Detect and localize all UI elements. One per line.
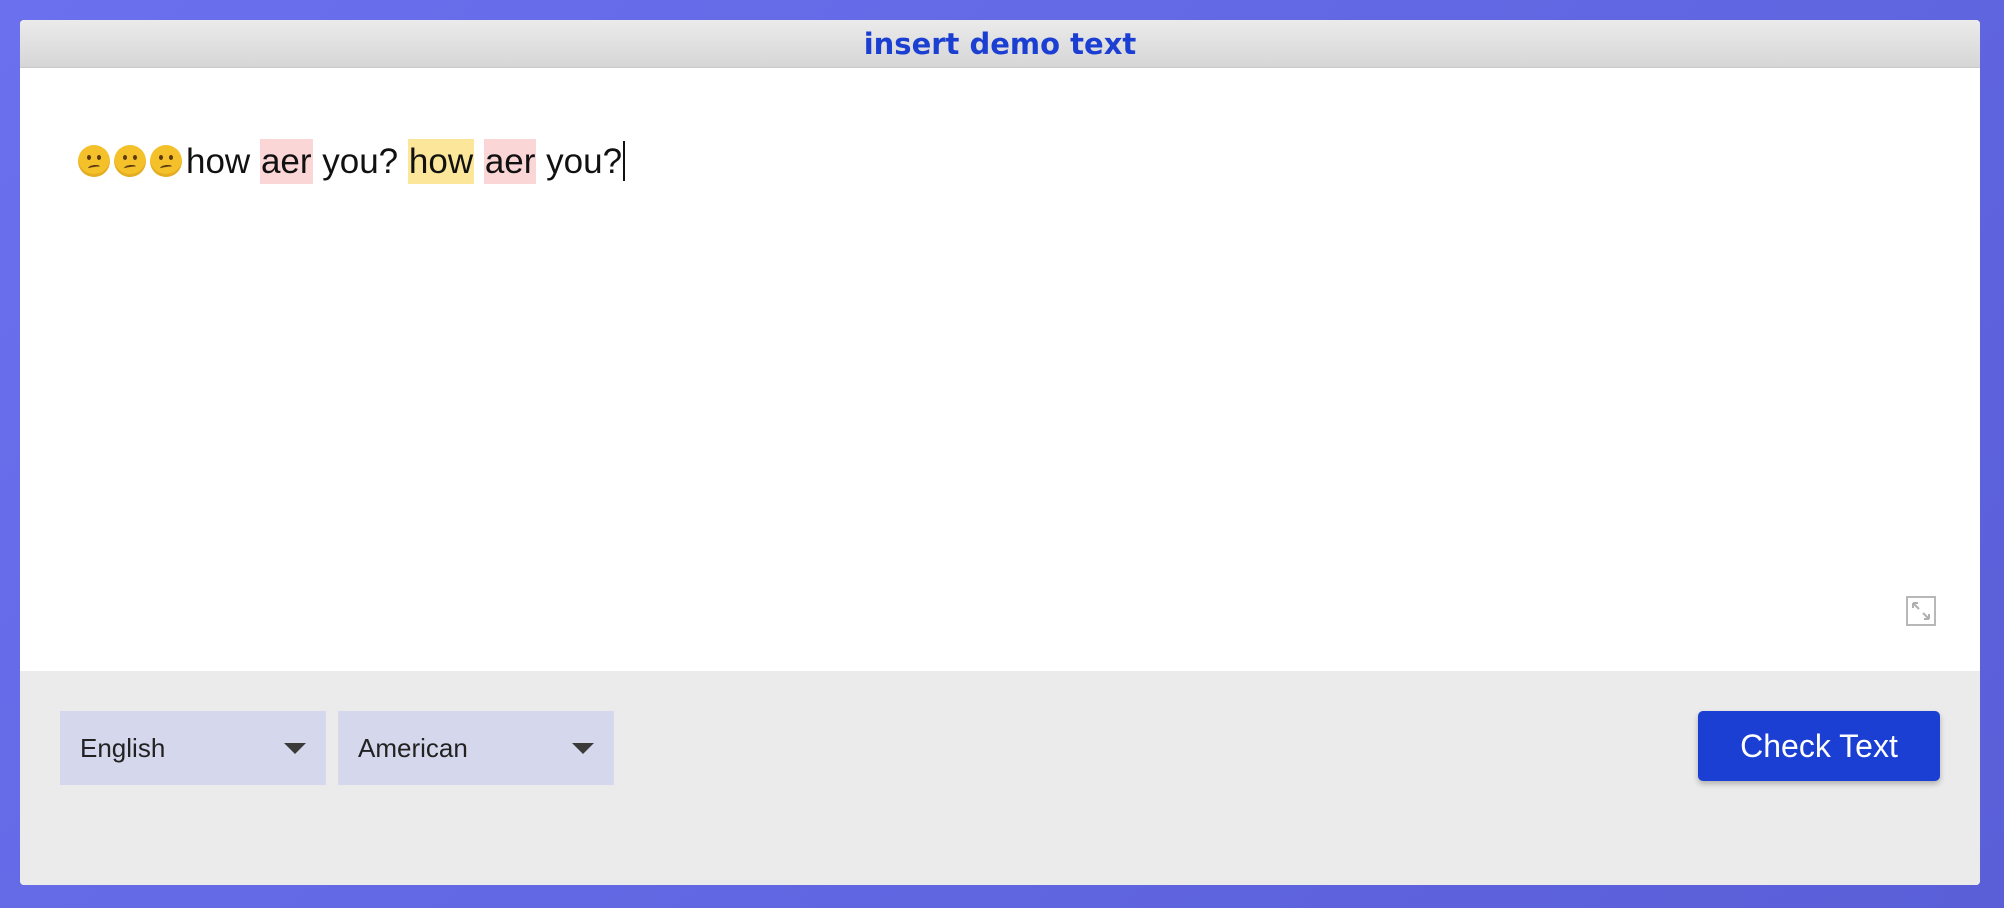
text-segment: how bbox=[186, 142, 260, 181]
variant-select-value: American bbox=[358, 732, 468, 763]
text-caret bbox=[623, 141, 626, 181]
text-segment bbox=[474, 142, 484, 181]
expand-icon[interactable] bbox=[1906, 596, 1936, 626]
confused-face-icon bbox=[78, 145, 110, 177]
spelling-error-highlight[interactable]: aer bbox=[259, 139, 313, 184]
text-segment: you? bbox=[312, 142, 408, 181]
text-editor[interactable]: how aer you? how aer you? bbox=[20, 68, 1980, 671]
editor-panel: insert demo text how aer you? how aer yo… bbox=[20, 20, 1980, 885]
editor-text[interactable]: how aer you? how aer you? bbox=[78, 139, 626, 185]
insert-demo-text-link[interactable]: insert demo text bbox=[864, 27, 1137, 61]
text-segment: you? bbox=[536, 142, 623, 181]
confused-face-icon bbox=[114, 145, 146, 177]
language-select-value: English bbox=[80, 732, 166, 763]
editor-footer: English American Check Text bbox=[20, 671, 1980, 885]
panel-header: insert demo text bbox=[20, 20, 1980, 68]
expand-arrows-icon bbox=[1912, 602, 1930, 620]
chevron-down-icon bbox=[284, 743, 306, 754]
spelling-error-highlight[interactable]: aer bbox=[483, 139, 537, 184]
confused-face-icon bbox=[150, 145, 182, 177]
check-text-button[interactable]: Check Text bbox=[1698, 711, 1940, 781]
chevron-down-icon bbox=[572, 743, 594, 754]
variant-select[interactable]: American bbox=[338, 711, 614, 785]
language-select[interactable]: English bbox=[60, 711, 326, 785]
style-issue-highlight[interactable]: how bbox=[407, 139, 475, 184]
